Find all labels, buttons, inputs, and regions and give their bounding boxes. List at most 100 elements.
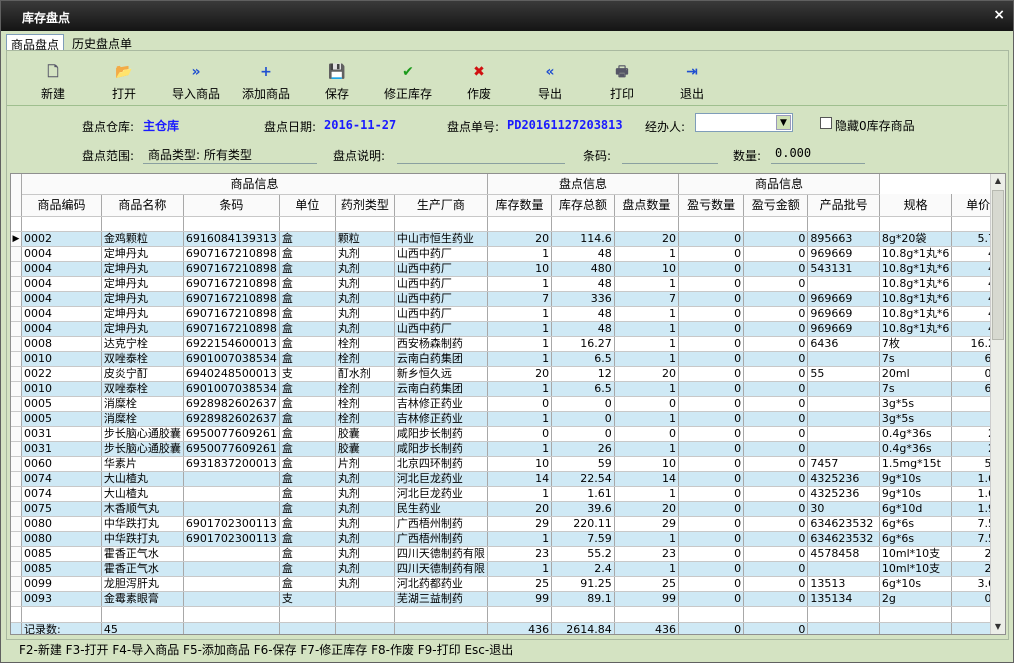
row-indicator[interactable] — [11, 426, 22, 442]
table-cell[interactable]: 6g*6s — [879, 516, 953, 532]
table-cell[interactable]: 20 — [487, 501, 553, 517]
table-cell[interactable]: 0 — [678, 276, 745, 292]
table-row[interactable]: 0099 龙胆泻肝丸盒丸剂 河北药都药业 25 91.25 25 0 0 13513 6g*10s… — [11, 576, 1005, 592]
table-cell[interactable]: 吉林修正药业 — [394, 411, 488, 427]
table-cell[interactable]: 10.8g*1丸*6 — [879, 321, 953, 337]
close-icon[interactable]: × — [993, 7, 1005, 23]
table-cell[interactable]: 1 — [487, 486, 553, 502]
table-cell[interactable]: 10.8g*1丸*6 — [879, 261, 953, 277]
table-cell[interactable]: 霍香正气水 — [101, 546, 184, 562]
table-row[interactable]: 0010双唑泰栓6901007038534盒栓剂云南白药集团16.51007s6… — [11, 381, 1005, 397]
table-cell[interactable]: 河北药都药业 — [394, 576, 488, 592]
table-cell[interactable]: 盒 — [279, 231, 336, 247]
table-cell[interactable]: 盒 — [279, 351, 336, 367]
table-cell[interactable]: 1 — [487, 411, 553, 427]
table-row[interactable]: 0008 达克宁栓 6922154600013 盒栓剂 西安杨森制药 1 16.27 1 0 0 6… — [11, 336, 1005, 352]
table-row[interactable]: 0005消糜栓6928982602637盒栓剂吉林修正药业101003g*5s0 — [11, 411, 1005, 427]
table-cell[interactable]: 6907167210898 — [183, 321, 280, 337]
scroll-up-icon[interactable]: ▲ — [991, 174, 1005, 188]
column-header[interactable]: 盈亏金额 — [743, 194, 809, 217]
column-header[interactable]: 条码 — [183, 194, 280, 217]
table-cell[interactable]: 咸阳步长制药 — [394, 441, 488, 457]
table-cell[interactable]: 盒 — [279, 576, 336, 592]
table-cell[interactable]: 0031 — [21, 426, 102, 442]
table-cell[interactable]: 10ml*10支 — [879, 546, 953, 562]
table-cell[interactable]: 1 — [614, 486, 680, 502]
row-indicator[interactable] — [11, 501, 22, 517]
table-cell[interactable]: 山西中药厂 — [394, 261, 488, 277]
table-cell[interactable]: 颗粒 — [335, 231, 395, 247]
table-row[interactable]: 0093金霉素眼膏支芜湖三益制药9989.199001351342g0.9 — [11, 591, 1005, 607]
table-cell[interactable] — [807, 411, 880, 427]
table-cell[interactable]: 0 — [678, 456, 745, 472]
table-cell[interactable]: 丸剂 — [335, 276, 395, 292]
table-cell[interactable]: 支 — [279, 591, 336, 607]
table-cell[interactable] — [807, 396, 880, 412]
table-cell[interactable]: 1 — [487, 351, 553, 367]
table-cell[interactable]: 48 — [551, 306, 615, 322]
toolbar-button-0[interactable]: 🗋 新建 — [13, 64, 93, 102]
table-cell[interactable]: 6907167210898 — [183, 291, 280, 307]
table-cell[interactable]: 6928982602637 — [183, 396, 280, 412]
table-cell[interactable]: 山西中药厂 — [394, 291, 488, 307]
row-indicator[interactable] — [11, 441, 22, 457]
table-cell[interactable] — [183, 501, 280, 517]
table-cell[interactable]: 木香顺气丸 — [101, 501, 184, 517]
table-cell[interactable]: 定坤丹丸 — [101, 291, 184, 307]
table-cell[interactable]: 10 — [614, 456, 680, 472]
table-cell[interactable]: 盒 — [279, 276, 336, 292]
table-cell[interactable]: 盒 — [279, 381, 336, 397]
table-cell[interactable]: 1 — [487, 531, 553, 547]
table-cell[interactable] — [183, 561, 280, 577]
table-cell[interactable]: 0 — [551, 396, 615, 412]
table-cell[interactable]: 543131 — [807, 261, 880, 277]
table-cell[interactable]: 0080 — [21, 516, 102, 532]
table-row[interactable]: 0060 华素片 6931837200013 盒片剂 北京四环制药 10 59 10 0 0 745… — [11, 456, 1005, 472]
table-cell[interactable]: 0 — [743, 516, 809, 532]
vertical-scrollbar[interactable]: ▲ ▼ — [990, 174, 1005, 634]
column-header[interactable]: 单位 — [279, 194, 336, 217]
table-cell[interactable]: 7 — [614, 291, 680, 307]
table-cell[interactable]: 0004 — [21, 261, 102, 277]
table-cell[interactable]: 盒 — [279, 336, 336, 352]
table-cell[interactable]: 6928982602637 — [183, 411, 280, 427]
table-cell[interactable]: 6901007038534 — [183, 381, 280, 397]
table-cell[interactable]: 0 — [743, 306, 809, 322]
column-header[interactable]: 产品批号 — [807, 194, 880, 217]
toolbar-button-4[interactable]: 💾 保存 — [297, 64, 377, 102]
table-row[interactable]: 0022 皮炎宁酊 6940248500013 支酊水剂 新乡恒久远 20 12 20 0 0 55… — [11, 366, 1005, 382]
table-cell[interactable]: 1 — [487, 306, 553, 322]
table-cell[interactable]: 盒 — [279, 411, 336, 427]
table-cell[interactable]: 胶囊 — [335, 426, 395, 442]
table-cell[interactable]: 广西梧州制药 — [394, 531, 488, 547]
table-cell[interactable]: 0060 — [21, 456, 102, 472]
table-cell[interactable]: 0 — [743, 246, 809, 262]
table-cell[interactable]: 0085 — [21, 561, 102, 577]
table-cell[interactable]: 6901702300113 — [183, 531, 280, 547]
table-cell[interactable]: 0 — [551, 411, 615, 427]
table-cell[interactable]: 20ml — [879, 366, 953, 382]
column-header[interactable]: 盈亏数量 — [678, 194, 745, 217]
table-cell[interactable]: 969669 — [807, 291, 880, 307]
table-cell[interactable]: 25 — [614, 576, 680, 592]
row-indicator[interactable] — [11, 351, 22, 367]
table-cell[interactable]: 6.5 — [551, 381, 615, 397]
table-row[interactable]: ▶ 0002 金鸡颗粒 6916084139313 盒颗粒 中山市恒生药业 20 114.6 2… — [11, 231, 1005, 247]
table-cell[interactable]: 25 — [487, 576, 553, 592]
table-cell[interactable]: 0 — [678, 501, 745, 517]
table-cell[interactable]: 7457 — [807, 456, 880, 472]
table-cell[interactable]: 6907167210898 — [183, 306, 280, 322]
row-indicator[interactable] — [11, 261, 22, 277]
table-cell[interactable]: 0 — [678, 576, 745, 592]
table-cell[interactable]: 6907167210898 — [183, 276, 280, 292]
table-cell[interactable]: 1 — [614, 411, 680, 427]
table-cell[interactable] — [807, 561, 880, 577]
row-indicator[interactable] — [11, 396, 22, 412]
table-row[interactable]: 0004 定坤丹丸 6907167210898 盒丸剂 山西中药厂 1 48 1 0 0 10.8g… — [11, 276, 1005, 292]
filter-cell[interactable] — [743, 216, 809, 232]
table-cell[interactable]: 栓剂 — [335, 351, 395, 367]
table-cell[interactable]: 双唑泰栓 — [101, 351, 184, 367]
table-cell[interactable]: 7.59 — [551, 531, 615, 547]
table-cell[interactable]: 0 — [743, 366, 809, 382]
table-cell[interactable]: 定坤丹丸 — [101, 261, 184, 277]
